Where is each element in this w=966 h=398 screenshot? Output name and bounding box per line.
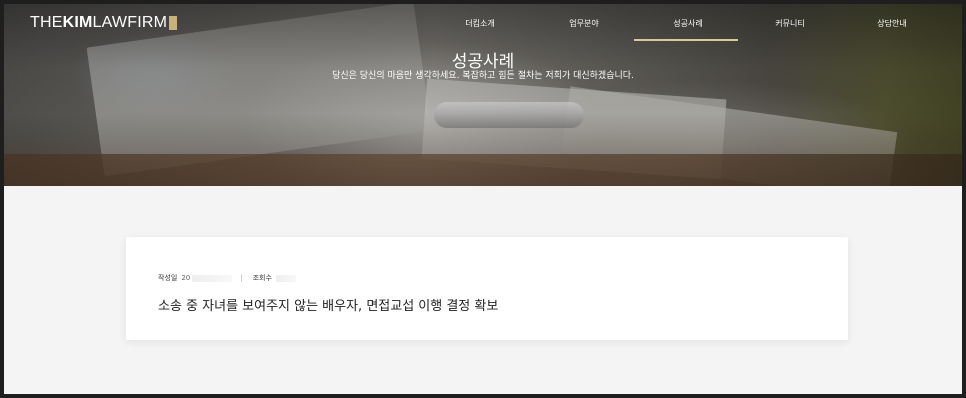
views-label: 조회수 <box>252 274 272 282</box>
nav-item-practice[interactable]: 업무분야 <box>532 18 636 29</box>
page-subtitle: 당신은 당신의 마음만 생각하세요. 복잡하고 힘든 절차는 저희가 대신하겠습… <box>332 71 634 81</box>
nav-active-indicator <box>634 39 738 41</box>
meta-divider: | <box>240 274 243 282</box>
browser-frame: THE KIM LAWFIRM 더킴소개 업무분야 성공사례 커뮤니티 상담안내 성… <box>4 4 962 394</box>
nav-item-success-cases[interactable]: 성공사례 <box>636 18 740 29</box>
nav-item-about[interactable]: 더킴소개 <box>428 18 532 29</box>
date-label: 작성일 <box>158 274 178 282</box>
post-meta: 작성일 20 | 조회수 <box>158 273 296 283</box>
post-title: 소송 중 자녀를 보여주지 않는 배우자, 면접교섭 이행 결정 확보 <box>158 299 499 314</box>
main-nav: 더킴소개 업무분야 성공사례 커뮤니티 상담안내 <box>4 4 962 42</box>
date-value: 20 <box>181 274 191 282</box>
nav-item-community[interactable]: 커뮤니티 <box>738 18 842 29</box>
hero-banner: THE KIM LAWFIRM 더킴소개 업무분야 성공사례 커뮤니티 상담안내 성… <box>4 4 962 186</box>
nav-item-consultation[interactable]: 상담안내 <box>840 18 944 29</box>
date-value-redacted <box>192 274 233 282</box>
views-value-redacted <box>275 274 296 282</box>
post-card: 작성일 20 | 조회수 소송 중 자녀를 보여주지 않는 배우자, 면접교섭 … <box>126 237 848 340</box>
